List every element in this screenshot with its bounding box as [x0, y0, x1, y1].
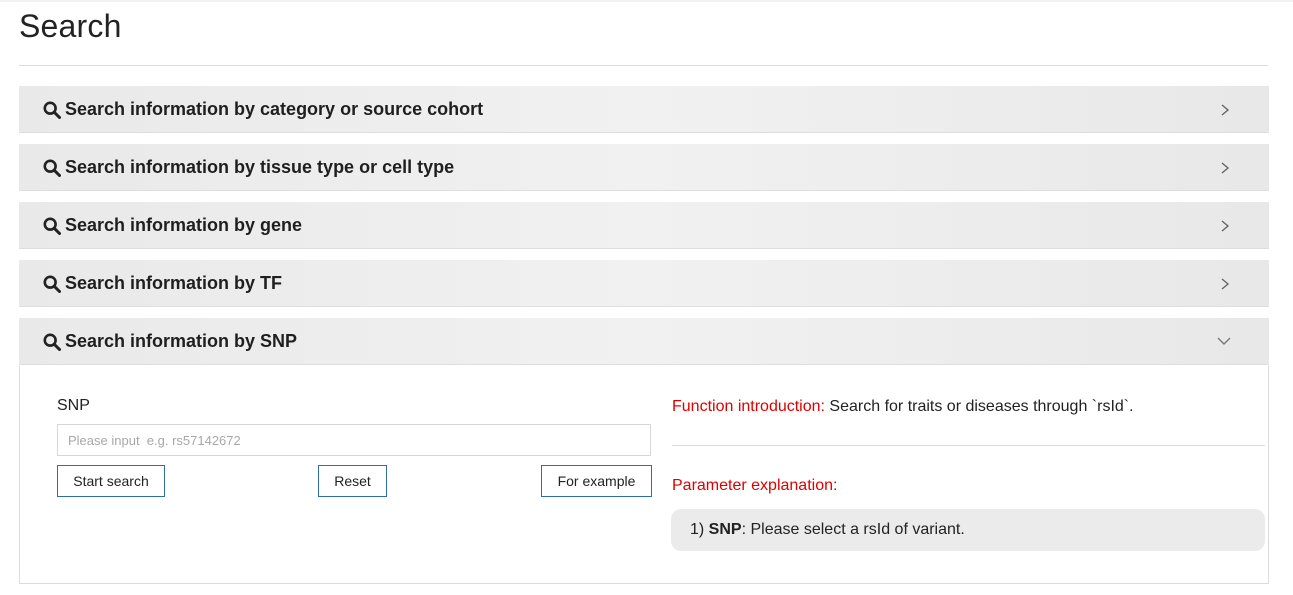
start-search-button[interactable]: Start search [57, 465, 165, 497]
page-title: Search [19, 8, 122, 44]
chevron-down-icon [1217, 337, 1231, 345]
search-icon [43, 159, 61, 177]
title-divider [19, 65, 1268, 66]
accordion-label: Search information by tissue type or cel… [65, 157, 455, 177]
intro-text: Search for traits or diseases through `r… [824, 398, 1134, 415]
chevron-right-icon [1221, 220, 1230, 232]
accordion-header-gene[interactable]: Search information by gene [19, 202, 1269, 249]
parameter-explanation-title: Parameter explanation: [672, 477, 838, 494]
help-divider [672, 445, 1265, 446]
accordion-label: Search information by SNP [65, 331, 298, 351]
reset-button[interactable]: Reset [318, 465, 387, 497]
chevron-right-icon [1221, 162, 1230, 174]
snp-field-label: SNP [57, 397, 90, 414]
search-icon [43, 101, 61, 119]
accordion-header-category[interactable]: Search information by category or source… [19, 86, 1269, 133]
accordion-label: Search information by TF [65, 273, 283, 293]
for-example-button[interactable]: For example [541, 465, 652, 497]
top-border [0, 0, 1293, 2]
accordion-header-snp[interactable]: Search information by SNP [19, 318, 1269, 365]
search-page: Search Search information by category or… [0, 0, 1293, 595]
param-name: SNP [708, 521, 742, 538]
accordion-header-tissue[interactable]: Search information by tissue type or cel… [19, 144, 1269, 191]
search-icon [43, 333, 61, 351]
search-icon [43, 217, 61, 235]
chevron-right-icon [1221, 104, 1230, 116]
accordion-label: Search information by gene [65, 215, 303, 235]
chevron-right-icon [1221, 278, 1230, 290]
search-icon [43, 275, 61, 293]
accordion-label: Search information by category or source… [65, 99, 484, 119]
intro-label: Function introduction: [672, 398, 825, 415]
accordion-header-tf[interactable]: Search information by TF [19, 260, 1269, 307]
snp-panel-body: SNP Start search Reset For example Funct… [19, 366, 1269, 584]
param-index: 1) [690, 521, 709, 538]
parameter-explanation-box: 1) SNP: Please select a rsId of variant. [671, 509, 1265, 551]
function-introduction: Function introduction: Search for traits… [672, 398, 1134, 416]
snp-input[interactable] [57, 424, 651, 456]
param-desc: : Please select a rsId of variant. [741, 521, 965, 538]
